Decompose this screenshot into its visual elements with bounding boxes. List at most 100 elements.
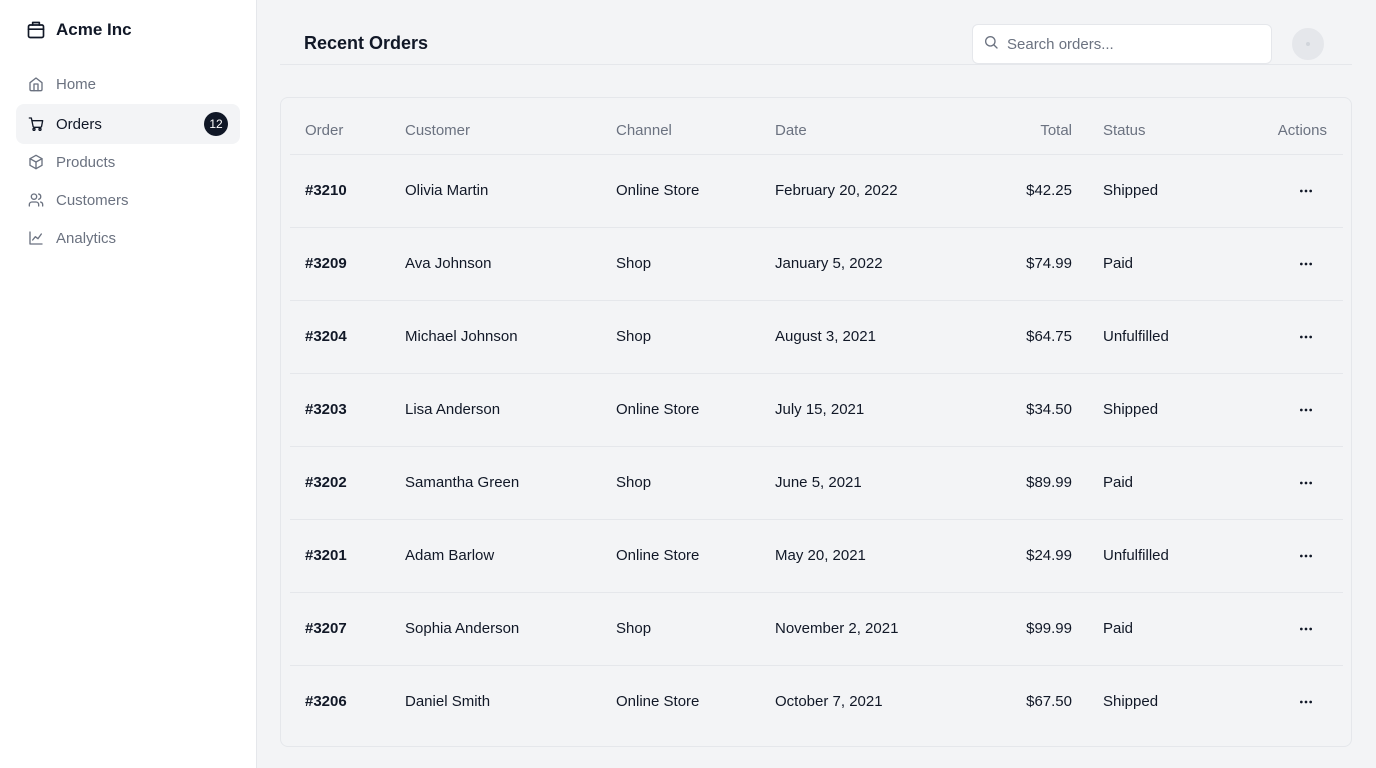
sidebar-item-products[interactable]: Products <box>16 144 240 180</box>
brand[interactable]: Acme Inc <box>26 18 132 42</box>
package-icon <box>28 154 44 170</box>
column-header-order[interactable]: Order <box>305 122 343 139</box>
date-cell: June 5, 2021 <box>775 474 862 491</box>
order-id-cell: #3210 <box>305 182 347 199</box>
total-cell: $24.99 <box>1026 547 1072 564</box>
total-cell: $74.99 <box>1026 255 1072 272</box>
brand-name: Acme Inc <box>56 20 132 39</box>
column-header-channel[interactable]: Channel <box>616 122 672 139</box>
customer-cell: Samantha Green <box>405 474 520 491</box>
date-cell: January 5, 2022 <box>775 255 883 272</box>
row-actions-button[interactable] <box>1295 253 1317 275</box>
channel-cell: Online Store <box>616 547 700 564</box>
status-cell: Unfulfilled <box>1103 328 1169 345</box>
users-icon <box>28 192 44 208</box>
table-row[interactable]: #3201 Adam Barlow Online Store May 20, 2021… <box>290 520 1343 593</box>
page-title: Recent Orders <box>304 33 429 53</box>
customer-cell: Ava Johnson <box>405 255 492 272</box>
row-actions-button[interactable] <box>1295 472 1317 494</box>
more-horizontal-icon <box>1300 627 1312 631</box>
table-header: Order Customer Channel Date Total Status… <box>290 98 1343 155</box>
customer-cell: Adam Barlow <box>405 547 495 564</box>
customer-cell: Daniel Smith <box>405 693 491 710</box>
line-chart-icon <box>28 230 44 246</box>
date-cell: February 20, 2022 <box>775 182 898 199</box>
sidebar-item-label: Products <box>56 153 116 171</box>
sidebar-item-customers[interactable]: Customers <box>16 182 240 218</box>
column-header-customer[interactable]: Customer <box>405 122 470 139</box>
page-header: Recent Orders <box>280 0 1352 65</box>
cart-icon <box>28 116 44 132</box>
table-row[interactable]: #3210 Olivia Martin Online Store February 2… <box>290 155 1343 228</box>
sidebar: Acme Inc Home Orders 12 Products Custome… <box>0 0 257 768</box>
channel-cell: Online Store <box>616 182 700 199</box>
order-id-cell: #3202 <box>305 474 347 491</box>
channel-cell: Shop <box>616 620 652 637</box>
order-id-cell: #3207 <box>305 620 347 637</box>
sidebar-nav: Home Orders 12 Products Customers Analyt… <box>16 66 240 258</box>
status-cell: Shipped <box>1103 401 1159 418</box>
more-horizontal-icon <box>1300 335 1312 339</box>
channel-cell: Shop <box>616 255 652 272</box>
home-icon <box>28 76 44 92</box>
date-cell: August 3, 2021 <box>775 328 876 345</box>
total-cell: $64.75 <box>1026 328 1072 345</box>
sidebar-item-analytics[interactable]: Analytics <box>16 220 240 256</box>
table-row[interactable]: #3202 Samantha Green Shop June 5, 2021 $89.9… <box>290 447 1343 520</box>
sidebar-item-home[interactable]: Home <box>16 66 240 102</box>
more-horizontal-icon <box>1300 262 1312 266</box>
search-icon <box>983 34 999 55</box>
date-cell: October 7, 2021 <box>775 693 883 710</box>
row-actions-button[interactable] <box>1295 691 1317 713</box>
row-actions-button[interactable] <box>1295 545 1317 567</box>
channel-cell: Online Store <box>616 693 700 710</box>
sidebar-item-orders[interactable]: Orders 12 <box>16 104 240 144</box>
total-cell: $99.99 <box>1026 620 1072 637</box>
package-logo-icon <box>26 20 46 40</box>
more-horizontal-icon <box>1300 554 1312 558</box>
date-cell: May 20, 2021 <box>775 547 866 564</box>
more-horizontal-icon <box>1300 189 1312 193</box>
date-cell: July 15, 2021 <box>775 401 865 418</box>
avatar[interactable] <box>1292 28 1324 60</box>
table-row[interactable]: #3209 Ava Johnson Shop January 5, 2022 $74.9… <box>290 228 1343 301</box>
customer-cell: Michael Johnson <box>405 328 518 345</box>
column-header-date[interactable]: Date <box>775 122 807 139</box>
order-id-cell: #3209 <box>305 255 347 272</box>
channel-cell: Shop <box>616 474 652 491</box>
total-cell: $89.99 <box>1026 474 1072 491</box>
status-cell: Shipped <box>1103 182 1159 199</box>
row-actions-button[interactable] <box>1295 618 1317 640</box>
row-actions-button[interactable] <box>1295 399 1317 421</box>
date-cell: November 2, 2021 <box>775 620 899 637</box>
row-actions-button[interactable] <box>1295 326 1317 348</box>
channel-cell: Online Store <box>616 401 700 418</box>
total-cell: $34.50 <box>1026 401 1072 418</box>
column-header-actions: Actions <box>1277 122 1327 139</box>
search-input[interactable] <box>1007 35 1257 53</box>
table-row[interactable]: #3203 Lisa Anderson Online Store July 15, 2… <box>290 374 1343 447</box>
table-row[interactable]: #3204 Michael Johnson Shop August 3, 2021 $6… <box>290 301 1343 374</box>
orders-count-badge: 12 <box>204 112 228 136</box>
table-row[interactable]: #3206 Daniel Smith Online Store October 7, … <box>290 666 1343 739</box>
more-horizontal-icon <box>1300 408 1312 412</box>
customer-cell: Olivia Martin <box>405 182 489 199</box>
order-id-cell: #3203 <box>305 401 347 418</box>
sidebar-item-label: Home <box>56 75 97 93</box>
user-avatar-icon <box>1306 42 1310 46</box>
more-horizontal-icon <box>1300 700 1312 704</box>
column-header-total[interactable]: Total <box>972 122 1072 139</box>
status-cell: Unfulfilled <box>1103 547 1169 564</box>
status-cell: Paid <box>1103 620 1134 637</box>
table-row[interactable]: #3207 Sophia Anderson Shop November 2, 2021… <box>290 593 1343 666</box>
orders-table: Order Customer Channel Date Total Status… <box>280 97 1352 747</box>
more-horizontal-icon <box>1300 481 1312 485</box>
column-header-status[interactable]: Status <box>1103 122 1146 139</box>
order-id-cell: #3206 <box>305 693 347 710</box>
customer-cell: Sophia Anderson <box>405 620 520 637</box>
order-id-cell: #3201 <box>305 547 347 564</box>
row-actions-button[interactable] <box>1295 180 1317 202</box>
search-box[interactable] <box>972 24 1272 64</box>
status-cell: Paid <box>1103 474 1134 491</box>
sidebar-item-label: Analytics <box>56 229 117 247</box>
